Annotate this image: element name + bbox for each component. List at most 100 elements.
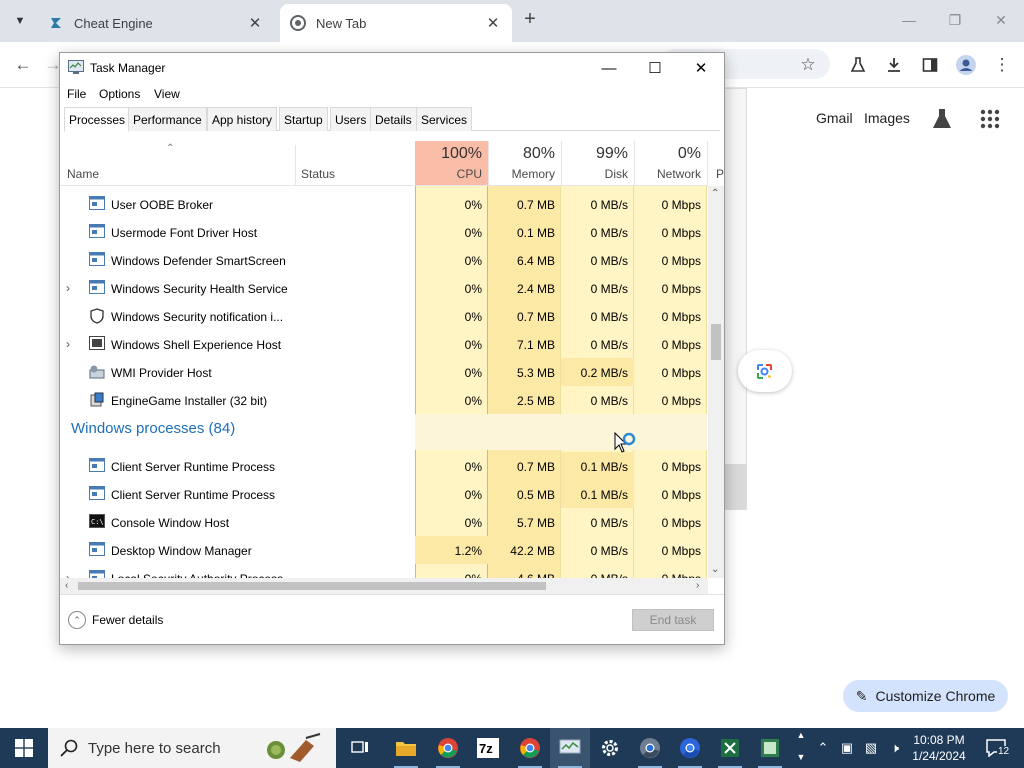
gmail-link[interactable]: Gmail: [816, 110, 853, 126]
taskbar-app-chrome[interactable]: [428, 728, 468, 768]
taskbar-app-7zip[interactable]: 7z: [468, 728, 508, 768]
table-row[interactable]: Usermode Font Driver Host 0% 0.1 MB 0 MB/s 0…: [60, 218, 707, 246]
disk-value: 0 MB/s: [590, 226, 628, 240]
taskbar-app-task-view[interactable]: [340, 728, 380, 768]
column-header-status[interactable]: Status: [296, 141, 415, 186]
images-link[interactable]: Images: [864, 110, 910, 126]
network-icon[interactable]: ▧: [863, 740, 879, 756]
column-header-name[interactable]: ⌃ Name: [60, 141, 296, 186]
taskbar-app-chrome-dev[interactable]: [630, 728, 670, 768]
table-row[interactable]: › Windows Shell Experience Host 0% 7.1 MB 0 …: [60, 330, 707, 358]
chevron-up-icon: ⌃: [68, 611, 86, 629]
cheat-engine-icon: [760, 738, 780, 758]
menu-view[interactable]: View: [154, 87, 180, 101]
scroll-up-icon[interactable]: ⌃: [711, 188, 719, 199]
taskbar-app-settings[interactable]: [590, 728, 630, 768]
scroll-thumb[interactable]: [78, 582, 546, 590]
taskbar-app-task-manager[interactable]: [550, 728, 590, 768]
network-value: 0 Mbps: [661, 198, 701, 212]
taskbar-app-file-explorer[interactable]: [386, 728, 426, 768]
close-icon[interactable]: ✕: [986, 8, 1016, 32]
column-header-power[interactable]: P: [707, 141, 724, 186]
task-manager-icon: [559, 739, 581, 757]
tab-search-button[interactable]: ▼: [6, 7, 34, 35]
bookmark-star-icon[interactable]: ☆: [795, 52, 821, 78]
minimize-icon[interactable]: —: [894, 8, 924, 32]
tab-app-history[interactable]: App history: [207, 107, 278, 131]
column-header-disk[interactable]: 99% Disk: [561, 141, 634, 186]
scroll-left-icon[interactable]: ‹: [65, 580, 68, 591]
menu-file[interactable]: File: [67, 87, 86, 101]
table-row[interactable]: › Windows Security Health Service 0% 2.4 MB…: [60, 274, 707, 302]
chevron-right-icon[interactable]: ›: [66, 337, 78, 351]
tab-new-tab[interactable]: New Tab ✕: [280, 4, 512, 42]
table-row[interactable]: Desktop Window Manager 1.2% 42.2 MB 0 MB/s 0…: [60, 536, 707, 564]
start-button[interactable]: [0, 728, 48, 768]
table-row[interactable]: EngineGame Installer (32 bit) 0% 2.5 MB 0 M…: [60, 386, 707, 414]
tab-details[interactable]: Details: [370, 107, 417, 131]
kebab-menu-icon[interactable]: ⋮: [989, 52, 1015, 78]
fewer-details-button[interactable]: ⌃ Fewer details: [68, 611, 163, 629]
tab-startup[interactable]: Startup: [279, 107, 328, 131]
labs-flask-icon[interactable]: [845, 52, 871, 78]
close-icon[interactable]: ✕: [484, 14, 502, 32]
labs-flask-icon[interactable]: [929, 106, 955, 132]
scroll-down-icon[interactable]: ▼: [793, 752, 809, 768]
defender-tray-icon[interactable]: ▣: [839, 740, 855, 756]
table-row[interactable]: Client Server Runtime Process 0% 0.7 MB 0.1…: [60, 452, 707, 480]
taskbar-app-cheat-engine[interactable]: [750, 728, 790, 768]
scroll-right-icon[interactable]: ›: [696, 580, 699, 591]
vertical-scrollbar[interactable]: ⌃ ⌄: [708, 186, 724, 578]
chevron-right-icon[interactable]: ›: [66, 571, 78, 578]
column-header-cpu[interactable]: 100% CPU: [415, 141, 488, 186]
close-icon[interactable]: ✕: [678, 53, 724, 83]
horizontal-scrollbar[interactable]: ‹ ›: [60, 578, 708, 594]
table-row[interactable]: User OOBE Broker 0% 0.7 MB 0 MB/s 0 Mbps: [60, 190, 707, 218]
table-row[interactable]: Client Server Runtime Process 0% 0.5 MB 0.1…: [60, 480, 707, 508]
new-tab-button[interactable]: +: [518, 8, 542, 32]
taskbar-search[interactable]: Type here to search: [48, 728, 336, 768]
taskbar-app-excel[interactable]: [710, 728, 750, 768]
disk-value: 0.1 MB/s: [580, 460, 628, 474]
scroll-thumb[interactable]: [711, 324, 721, 360]
volume-muted-icon[interactable]: 🕨: [887, 740, 903, 756]
minimize-icon[interactable]: —: [586, 53, 632, 83]
google-lens-button[interactable]: [738, 350, 792, 392]
taskbar-app-chrome[interactable]: [510, 728, 550, 768]
maximize-icon[interactable]: ☐: [632, 53, 678, 83]
menu-options[interactable]: Options: [99, 87, 140, 101]
tab-performance[interactable]: Performance: [128, 107, 207, 131]
customize-chrome-button[interactable]: ✎ Customize Chrome: [843, 680, 1008, 712]
close-icon[interactable]: ✕: [246, 14, 264, 32]
chevron-up-icon[interactable]: ⌃: [815, 740, 831, 756]
chevron-right-icon[interactable]: ›: [66, 281, 78, 295]
taskbar-app-chrome-beta[interactable]: [670, 728, 710, 768]
column-header-memory[interactable]: 80% Memory: [488, 141, 561, 186]
apps-grid-icon[interactable]: [977, 106, 1003, 132]
notification-center-button[interactable]: 12: [984, 736, 1012, 760]
end-task-button[interactable]: End task: [632, 609, 714, 631]
table-row[interactable]: WMI Provider Host 0% 5.3 MB 0.2 MB/s 0 Mbps: [60, 358, 707, 386]
app-window-icon: [89, 458, 105, 473]
back-icon[interactable]: ←: [10, 52, 36, 78]
title-bar[interactable]: Task Manager — ☐ ✕: [60, 53, 724, 83]
table-row[interactable]: ›Local Security Authority Process0%4.6 M…: [60, 564, 707, 578]
scroll-down-icon[interactable]: ⌄: [711, 564, 719, 575]
menu-bar: File Options View: [60, 83, 724, 105]
restore-icon[interactable]: ❐: [940, 8, 970, 32]
tab-cheat-engine[interactable]: Cheat Engine ✕: [38, 4, 274, 42]
group-header[interactable]: Windows processes (84): [60, 414, 707, 450]
table-row[interactable]: Windows Defender SmartScreen 0% 6.4 MB 0 MB…: [60, 246, 707, 274]
table-row[interactable]: C:\ Console Window Host 0% 5.7 MB 0 MB/s 0 Mb…: [60, 508, 707, 536]
cheat-engine-icon: [48, 15, 64, 31]
column-header-network[interactable]: 0% Network: [634, 141, 707, 186]
table-row[interactable]: Windows Security notification i... 0% 0.7 …: [60, 302, 707, 330]
clock[interactable]: 10:08 PM 1/24/2024: [906, 732, 972, 764]
scroll-up-icon[interactable]: ▲: [793, 730, 809, 746]
side-panel-icon[interactable]: [917, 52, 943, 78]
profile-avatar-icon[interactable]: [953, 52, 979, 78]
tab-users[interactable]: Users: [330, 107, 372, 131]
tab-services[interactable]: Services: [416, 107, 473, 131]
download-icon[interactable]: [881, 52, 907, 78]
tab-processes[interactable]: Processes: [64, 107, 131, 132]
